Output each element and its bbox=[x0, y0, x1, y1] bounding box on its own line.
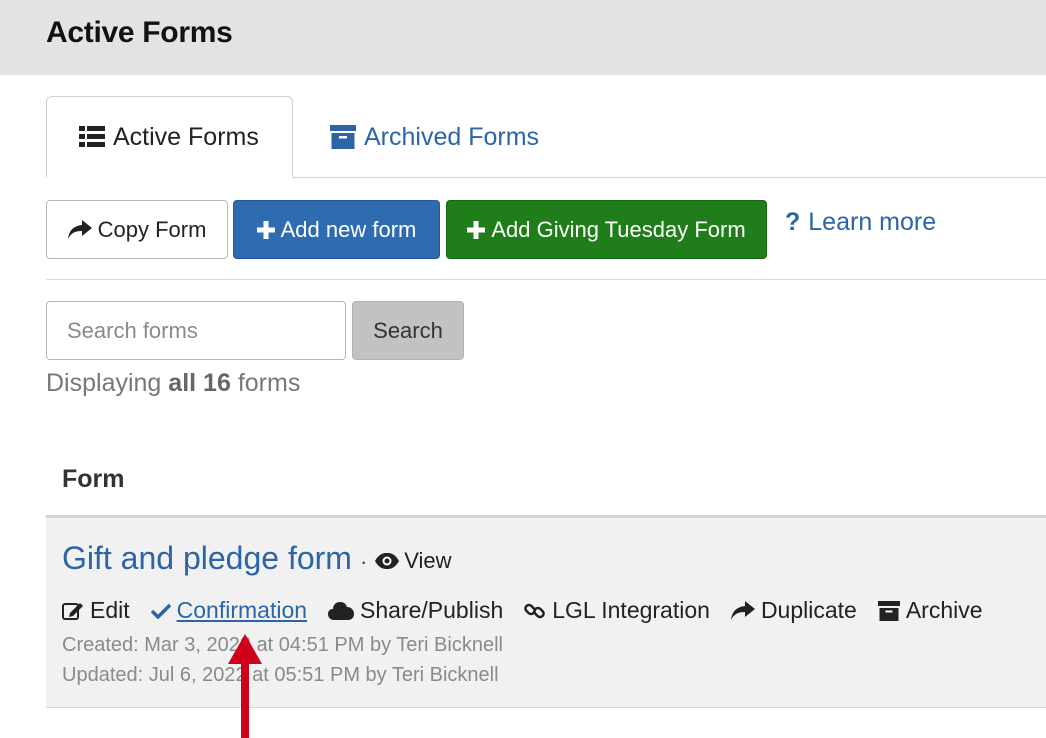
duplicate-action[interactable]: Duplicate bbox=[730, 597, 857, 624]
column-header-form: Form bbox=[62, 465, 125, 493]
archive-action[interactable]: Archive bbox=[877, 597, 983, 624]
cloud-icon bbox=[328, 601, 355, 620]
summary-suffix: forms bbox=[237, 369, 301, 397]
tab-active-forms[interactable]: Active Forms bbox=[46, 96, 293, 178]
plus-icon bbox=[467, 220, 486, 239]
view-link[interactable]: View bbox=[375, 548, 452, 574]
summary-prefix: Displaying bbox=[46, 369, 162, 397]
learn-more-label: Learn more bbox=[808, 208, 937, 236]
tab-archived-forms[interactable]: Archived Forms bbox=[330, 96, 539, 178]
table-row: Gift and pledge form · View Edit Confirm… bbox=[46, 518, 1046, 708]
add-new-form-label: Add new form bbox=[280, 216, 417, 242]
summary-count: all 16 bbox=[168, 369, 231, 397]
add-giving-tuesday-label: Add Giving Tuesday Form bbox=[491, 216, 746, 242]
archive-box-icon bbox=[877, 600, 900, 621]
plus-icon bbox=[256, 220, 275, 239]
share-arrow-icon bbox=[67, 219, 92, 239]
share-arrow-icon bbox=[730, 600, 755, 620]
updated-meta: Updated: Jul 6, 2022 at 05:51 PM by Teri… bbox=[62, 664, 499, 686]
results-summary: Displaying all 16 forms bbox=[46, 369, 300, 398]
annotation-arrow-icon bbox=[228, 634, 262, 738]
share-publish-label: Share/Publish bbox=[360, 597, 504, 623]
list-icon bbox=[79, 126, 105, 147]
edit-label: Edit bbox=[90, 597, 130, 623]
add-giving-tuesday-form-button[interactable]: Add Giving Tuesday Form bbox=[446, 200, 767, 259]
question-icon: ? bbox=[785, 208, 801, 236]
archive-box-icon bbox=[330, 125, 356, 149]
copy-form-label: Copy Form bbox=[97, 216, 207, 242]
archive-label: Archive bbox=[905, 597, 983, 623]
learn-more-link[interactable]: ? Learn more bbox=[785, 208, 936, 237]
page-header: Active Forms bbox=[0, 0, 1046, 75]
share-publish-action[interactable]: Share/Publish bbox=[328, 597, 503, 624]
copy-form-button[interactable]: Copy Form bbox=[46, 200, 228, 259]
confirmation-label: Confirmation bbox=[176, 597, 308, 623]
confirmation-action[interactable]: Confirmation bbox=[150, 597, 308, 624]
eye-icon bbox=[375, 553, 400, 569]
page-title: Active Forms bbox=[46, 16, 233, 49]
edit-action[interactable]: Edit bbox=[62, 597, 130, 624]
duplicate-label: Duplicate bbox=[760, 597, 857, 623]
form-title-line: Gift and pledge form · View bbox=[62, 540, 452, 577]
search-button[interactable]: Search bbox=[352, 301, 464, 360]
toolbar-divider bbox=[46, 279, 1046, 280]
lgl-integration-label: LGL Integration bbox=[552, 597, 710, 623]
tab-label: Active Forms bbox=[113, 122, 259, 151]
form-title-link[interactable]: Gift and pledge form bbox=[62, 540, 352, 577]
search-input[interactable] bbox=[46, 301, 346, 360]
add-new-form-button[interactable]: Add new form bbox=[233, 200, 440, 259]
edit-icon bbox=[62, 602, 83, 620]
lgl-integration-action[interactable]: LGL Integration bbox=[524, 597, 710, 624]
title-separator: · bbox=[359, 549, 368, 574]
created-meta: Created: Mar 3, 2022 at 04:51 PM by Teri… bbox=[62, 634, 503, 656]
tab-label: Archived Forms bbox=[364, 122, 540, 151]
row-actions: Edit Confirmation Share/Publish LGL Inte… bbox=[62, 597, 1004, 624]
link-icon bbox=[524, 603, 546, 618]
check-icon bbox=[150, 603, 171, 619]
view-label: View bbox=[404, 548, 452, 573]
